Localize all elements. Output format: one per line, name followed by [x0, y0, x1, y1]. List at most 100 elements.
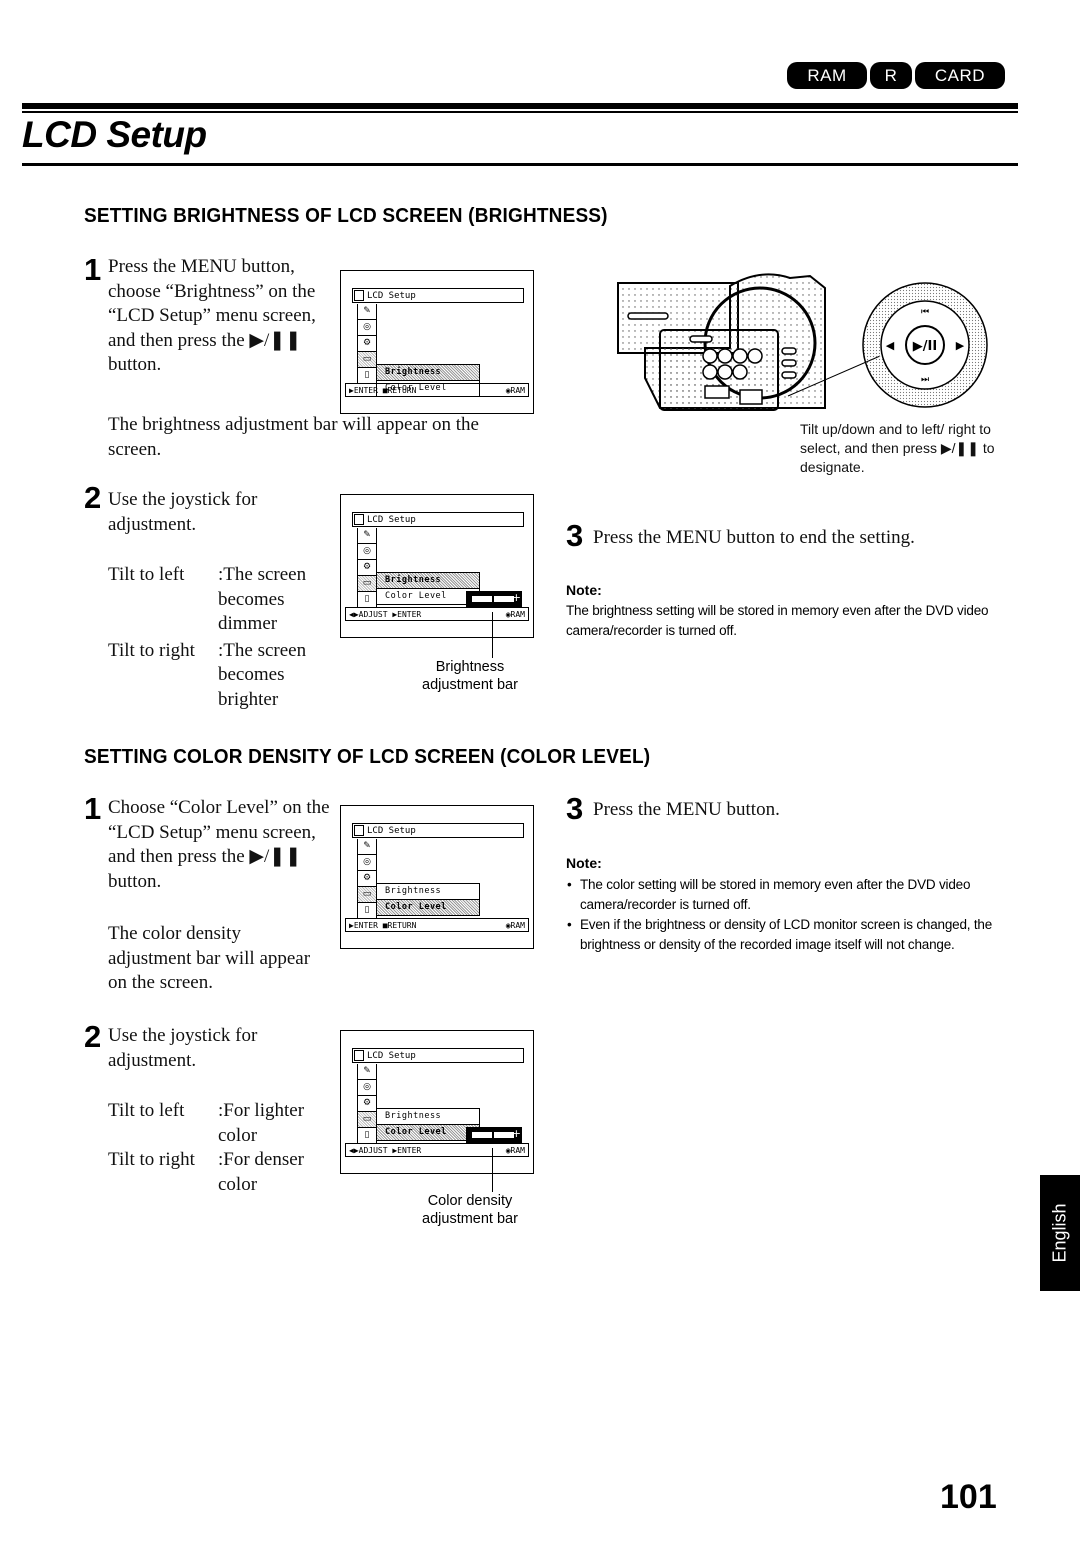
tilt-instructions: Tilt to left :For lighter color Tilt to r…: [108, 1099, 338, 1197]
step-instruction: Use the joystick for adjustment.: [108, 489, 258, 535]
joystick-icon: ▶/II ⏮ ⏭ ◀ ▶: [862, 282, 988, 408]
lcd-footer-left: ▶ENTER ■RETURN: [349, 386, 417, 395]
step-instruction: Press the MENU button, choose “Brightnes…: [108, 256, 316, 375]
tilt-left-effect: :The screen becomes dimmer: [218, 564, 307, 634]
callout-pointer: [492, 1148, 493, 1192]
lcd-tv-icon: [354, 1050, 364, 1061]
step-instruction: Choose “Color Level” on the “LCD Setup” …: [108, 797, 330, 892]
lcd-icon: ▭: [358, 576, 376, 592]
lcd-icon-column: ✎ ◎ ⚙ ▭ ▯: [357, 528, 377, 608]
badge-r: R: [870, 62, 912, 89]
svg-text:⏭: ⏭: [921, 375, 929, 385]
tilt-left-label: Tilt to left: [108, 564, 185, 585]
note-item: The color setting will be stored in memo…: [567, 875, 1021, 915]
lcd-title: LCD Setup: [367, 515, 416, 525]
lcd-adjust-screen-brightness: LCD Setup ✎ ◎ ⚙ ▭ ▯ Brightness Color Lev…: [340, 494, 534, 638]
step-number: 1: [84, 791, 102, 826]
lcd-icon-column: ✎ ◎ ⚙ ▭ ▯: [357, 839, 377, 919]
lcd-title: LCD Setup: [367, 291, 416, 301]
card-icon: ▯: [364, 905, 370, 915]
settings-icon: ⚙: [358, 871, 376, 887]
lcd-title-bar: LCD Setup: [352, 823, 524, 838]
lcd-footer-left: ▶ENTER ■RETURN: [349, 921, 417, 930]
lcd-item-brightness: Brightness: [377, 884, 479, 900]
camera-icon: ✎: [358, 839, 376, 855]
note-list: The color setting will be stored in memo…: [566, 875, 1021, 955]
brightness-bar-callout: Brightness adjustment bar: [422, 659, 518, 693]
header-rule-thin: [22, 111, 1018, 113]
lcd-title: LCD Setup: [367, 826, 416, 836]
page-title: LCD Setup: [22, 114, 207, 155]
lcd-adjust-screen-color-level: LCD Setup ✎ ◎ ⚙ ▭ ▯ Brightness Color Lev…: [340, 1030, 534, 1174]
step-number: 1: [84, 252, 102, 287]
lcd-menu-screen-brightness: LCD Setup ✎ ◎ ⚙ ▭ ▯ Brightness Color Lev…: [340, 270, 534, 414]
section-heading-brightness: SETTING BRIGHTNESS OF LCD SCREEN (BRIGHT…: [84, 205, 608, 227]
settings-icon: ⚙: [358, 1096, 376, 1112]
lcd-tv-icon: [354, 290, 364, 301]
lcd-icon: ▭: [358, 352, 376, 368]
lcd-footer-right: ◉RAM: [505, 386, 525, 395]
step-instruction: Press the MENU button.: [593, 799, 780, 820]
disc-icon: ◎: [358, 855, 376, 871]
bar-knob: [492, 593, 494, 605]
lcd-icon-column: ✎ ◎ ⚙ ▭ ▯: [357, 304, 377, 384]
lcd-item-color-level: Color Level: [385, 591, 447, 601]
svg-text:⏮: ⏮: [921, 307, 929, 317]
lcd-title-bar: LCD Setup: [352, 1048, 524, 1063]
badge-card: CARD: [915, 62, 1005, 89]
lcd-footer-right: ◉RAM: [505, 921, 525, 930]
disc-icon: ◎: [358, 1080, 376, 1096]
lcd-icon-column: ✎ ◎ ⚙ ▭ ▯: [357, 1064, 377, 1144]
header-rule: [22, 103, 1018, 109]
color-density-bar-callout: Color density adjustment bar: [422, 1193, 518, 1227]
note-title: Note:: [566, 582, 602, 598]
page-number: 101: [940, 1478, 997, 1516]
lcd-item-brightness: Brightness: [377, 573, 479, 589]
lcd-icon: ▭: [358, 1112, 376, 1128]
lcd-title-bar: LCD Setup: [352, 288, 524, 303]
lcd-item-brightness: Brightness: [377, 1109, 479, 1125]
camera-icon: ✎: [358, 528, 376, 544]
lcd-footer-right: ◉RAM: [505, 1146, 525, 1155]
step-instruction: Press the MENU button to end the setting…: [593, 527, 915, 548]
tilt-right-effect: :For denser color: [218, 1149, 305, 1195]
lcd-menu-list: Brightness Color Level: [376, 572, 480, 605]
tilt-left-effect: :For lighter color: [218, 1100, 305, 1146]
svg-text:▶/II: ▶/II: [913, 339, 937, 354]
step-result: The brightness adjustment bar will appea…: [108, 414, 479, 460]
step-instruction: Use the joystick for adjustment.: [108, 1025, 258, 1071]
badge-ram: RAM: [787, 62, 867, 89]
lcd-item-brightness: Brightness: [377, 365, 479, 381]
note-text: The brightness setting will be stored in…: [566, 603, 989, 638]
note-item: Even if the brightness or density of LCD…: [567, 915, 1021, 955]
lcd-menu-screen-color-level: LCD Setup ✎ ◎ ⚙ ▭ ▯ Brightness Color Lev…: [340, 805, 534, 949]
tilt-instructions: Tilt to left :The screen becomes dimmer T…: [108, 563, 338, 712]
lcd-title-bar: LCD Setup: [352, 512, 524, 527]
lcd-footer: ◀▶ADJUST ▶ENTER ◉RAM: [345, 1143, 529, 1157]
bar-knob: [492, 1129, 494, 1141]
brightness-adjustment-bar: +: [466, 591, 522, 607]
disc-icon: ◎: [358, 544, 376, 560]
tilt-right-label: Tilt to right: [108, 639, 195, 661]
camera-icon: ✎: [358, 304, 376, 320]
card-icon: ▯: [364, 594, 370, 604]
camera-illustration: ▶/II ⏮ ⏭ ◀ ▶: [617, 273, 988, 411]
camera-icon: ✎: [358, 1064, 376, 1080]
settings-icon: ⚙: [358, 560, 376, 576]
lcd-tv-icon: [354, 825, 364, 836]
title-rule: [22, 163, 1018, 166]
lcd-item-color-level: Color Level: [377, 900, 479, 915]
tilt-left-label: Tilt to left: [108, 1100, 185, 1121]
tilt-right-label: Tilt to right: [108, 1149, 195, 1170]
svg-text:◀: ◀: [886, 339, 895, 352]
step-number: 3: [566, 518, 584, 553]
lcd-icon: ▭: [358, 887, 376, 903]
lcd-menu-list: Brightness Color Level: [376, 883, 480, 916]
lcd-footer-left: ◀▶ADJUST ▶ENTER: [349, 1146, 422, 1155]
settings-icon: ⚙: [358, 336, 376, 352]
note-title: Note:: [566, 855, 602, 871]
section-heading-color-level: SETTING COLOR DENSITY OF LCD SCREEN (COL…: [84, 746, 651, 768]
camera-caption: Tilt up/down and to left/ right to selec…: [800, 421, 995, 475]
step-number: 2: [84, 480, 102, 515]
media-badges: RAM R CARD: [787, 62, 1005, 89]
